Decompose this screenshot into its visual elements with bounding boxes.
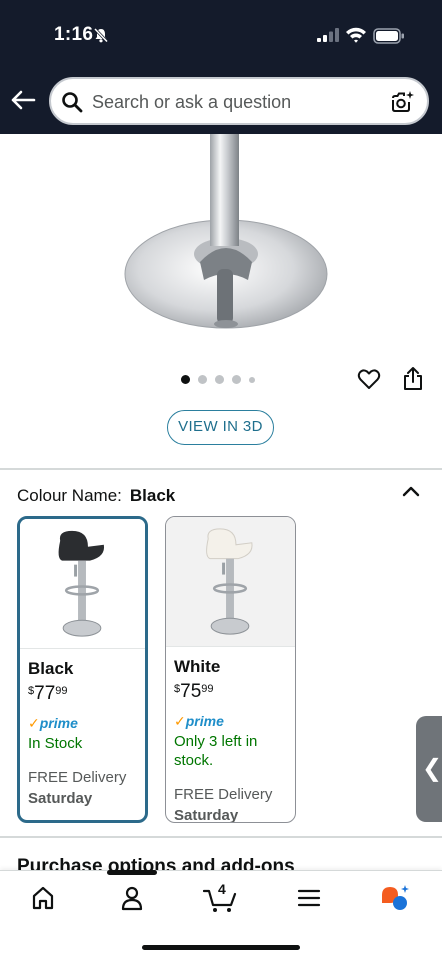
prime-badge: ✓prime (174, 713, 224, 729)
prime-check-icon: ✓ (28, 715, 40, 731)
home-icon[interactable] (31, 885, 55, 911)
swatch-name: White (174, 657, 221, 676)
product-image[interactable] (0, 134, 442, 354)
stock-status: Only 3 left in stock. (174, 733, 258, 769)
section-divider (0, 836, 442, 838)
pagination-dot[interactable] (249, 376, 255, 383)
colour-name-row: Colour Name: Black (17, 486, 175, 506)
pagination-dot[interactable] (198, 375, 207, 384)
status-time: 1:16 (54, 24, 94, 45)
pagination-dot[interactable] (232, 375, 241, 384)
battery-icon (373, 28, 404, 44)
back-arrow-icon[interactable] (10, 88, 36, 112)
section-divider (0, 468, 442, 470)
colour-swatch-white[interactable]: White $7599 ✓prime Only 3 left in stock.… (165, 516, 296, 823)
chevron-left-icon: ❮ (422, 755, 442, 782)
colour-name-value: Black (129, 486, 176, 505)
search-box[interactable]: Search or ask a question (49, 77, 429, 125)
delivery-info: FREE Delivery Saturday (28, 769, 127, 807)
share-icon[interactable] (401, 366, 425, 392)
prime-check-icon: ✓ (174, 713, 186, 729)
view-in-3d-button[interactable]: VIEW IN 3D (167, 410, 274, 445)
search-icon (62, 92, 83, 113)
colour-name-label: Colour Name: (17, 486, 122, 505)
chevron-up-icon[interactable] (401, 484, 421, 498)
active-tab-indicator (107, 870, 157, 875)
image-pagination-dots[interactable] (181, 375, 255, 384)
swatch-price: $7799 (28, 683, 68, 704)
cellular-signal-icon (317, 28, 339, 42)
heart-icon[interactable] (357, 367, 381, 391)
stock-status: In Stock (28, 735, 83, 752)
account-icon[interactable] (120, 885, 144, 911)
swatch-price: $7599 (174, 681, 214, 702)
search-input[interactable]: Search or ask a question (92, 92, 291, 113)
swatch-name: Black (28, 659, 74, 678)
swatch-image (166, 517, 295, 647)
rufus-assistant-icon[interactable] (380, 883, 412, 913)
pagination-dot[interactable] (215, 375, 224, 384)
pagination-dot[interactable] (181, 375, 190, 384)
delivery-info: FREE Delivery Saturday (174, 786, 273, 823)
prime-badge: ✓prime (28, 715, 78, 731)
colour-swatch-black[interactable]: Black $7799 ✓prime In Stock FREE Deliver… (17, 516, 148, 823)
side-drawer-tab[interactable]: ❮ (416, 716, 442, 822)
cart-count-badge: 4 (218, 881, 226, 897)
menu-icon[interactable] (297, 888, 321, 908)
bell-slash-icon (93, 27, 109, 43)
home-indicator-bar (142, 945, 300, 950)
swatch-image (20, 519, 145, 649)
camera-search-icon[interactable] (389, 89, 415, 115)
top-bar: 1:16 Search or ask a question (0, 0, 442, 134)
wifi-icon (346, 27, 366, 43)
